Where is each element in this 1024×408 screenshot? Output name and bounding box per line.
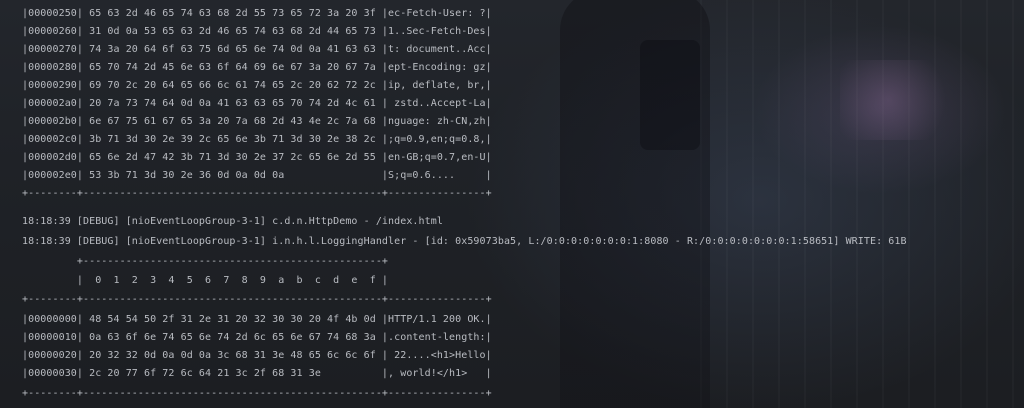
- hexdump-border: +---------------------------------------…: [22, 256, 389, 267]
- hexdump-row: |000002c0| 3b 71 3d 30 2e 39 2c 65 6e 3b…: [22, 134, 492, 145]
- hexdump-row: |00000000| 48 54 54 50 2f 31 2e 31 20 32…: [22, 314, 492, 325]
- hexdump-row: |00000290| 69 70 2c 20 64 65 66 6c 61 74…: [22, 80, 492, 91]
- console-output-panel[interactable]: |00000250| 65 63 2d 46 65 74 63 68 2d 55…: [0, 0, 1024, 408]
- hexdump-border: +--------+------------------------------…: [22, 388, 492, 399]
- hexdump-row: |00000030| 2c 20 77 6f 72 6c 64 21 3c 2f…: [22, 368, 492, 379]
- hexdump-row: |000002a0| 20 7a 73 74 64 0d 0a 41 63 63…: [22, 98, 492, 109]
- hexdump-row: |000002b0| 6e 67 75 61 67 65 3a 20 7a 68…: [22, 116, 492, 127]
- hexdump-row: |00000270| 74 3a 20 64 6f 63 75 6d 65 6e…: [22, 44, 492, 55]
- hexdump-border: +--------+------------------------------…: [22, 294, 492, 305]
- hexdump-row: |000002d0| 65 6e 2d 47 42 3b 71 3d 30 2e…: [22, 152, 492, 163]
- hexdump-row: |00000010| 0a 63 6f 6e 74 65 6e 74 2d 6c…: [22, 332, 492, 343]
- hexdump-row: |00000260| 31 0d 0a 53 65 63 2d 46 65 74…: [22, 26, 492, 37]
- hexdump-row: |00000250| 65 63 2d 46 65 74 63 68 2d 55…: [22, 8, 492, 19]
- hexdump-border: +--------+------------------------------…: [22, 188, 492, 199]
- debug-log-line: 18:18:39 [DEBUG] [nioEventLoopGroup-3-1]…: [22, 216, 443, 227]
- hexdump-header: | 0 1 2 3 4 5 6 7 8 9 a b c d e f |: [22, 275, 389, 286]
- hexdump-row: |00000280| 65 70 74 2d 45 6e 63 6f 64 69…: [22, 62, 492, 73]
- console-log: |00000250| 65 63 2d 46 65 74 63 68 2d 55…: [0, 0, 1024, 408]
- hexdump-row: |000002e0| 53 3b 71 3d 30 2e 36 0d 0a 0d…: [22, 170, 492, 181]
- hexdump-row: |00000020| 20 32 32 0d 0a 0d 0a 3c 68 31…: [22, 350, 492, 361]
- debug-log-line: 18:18:39 [DEBUG] [nioEventLoopGroup-3-1]…: [22, 236, 907, 247]
